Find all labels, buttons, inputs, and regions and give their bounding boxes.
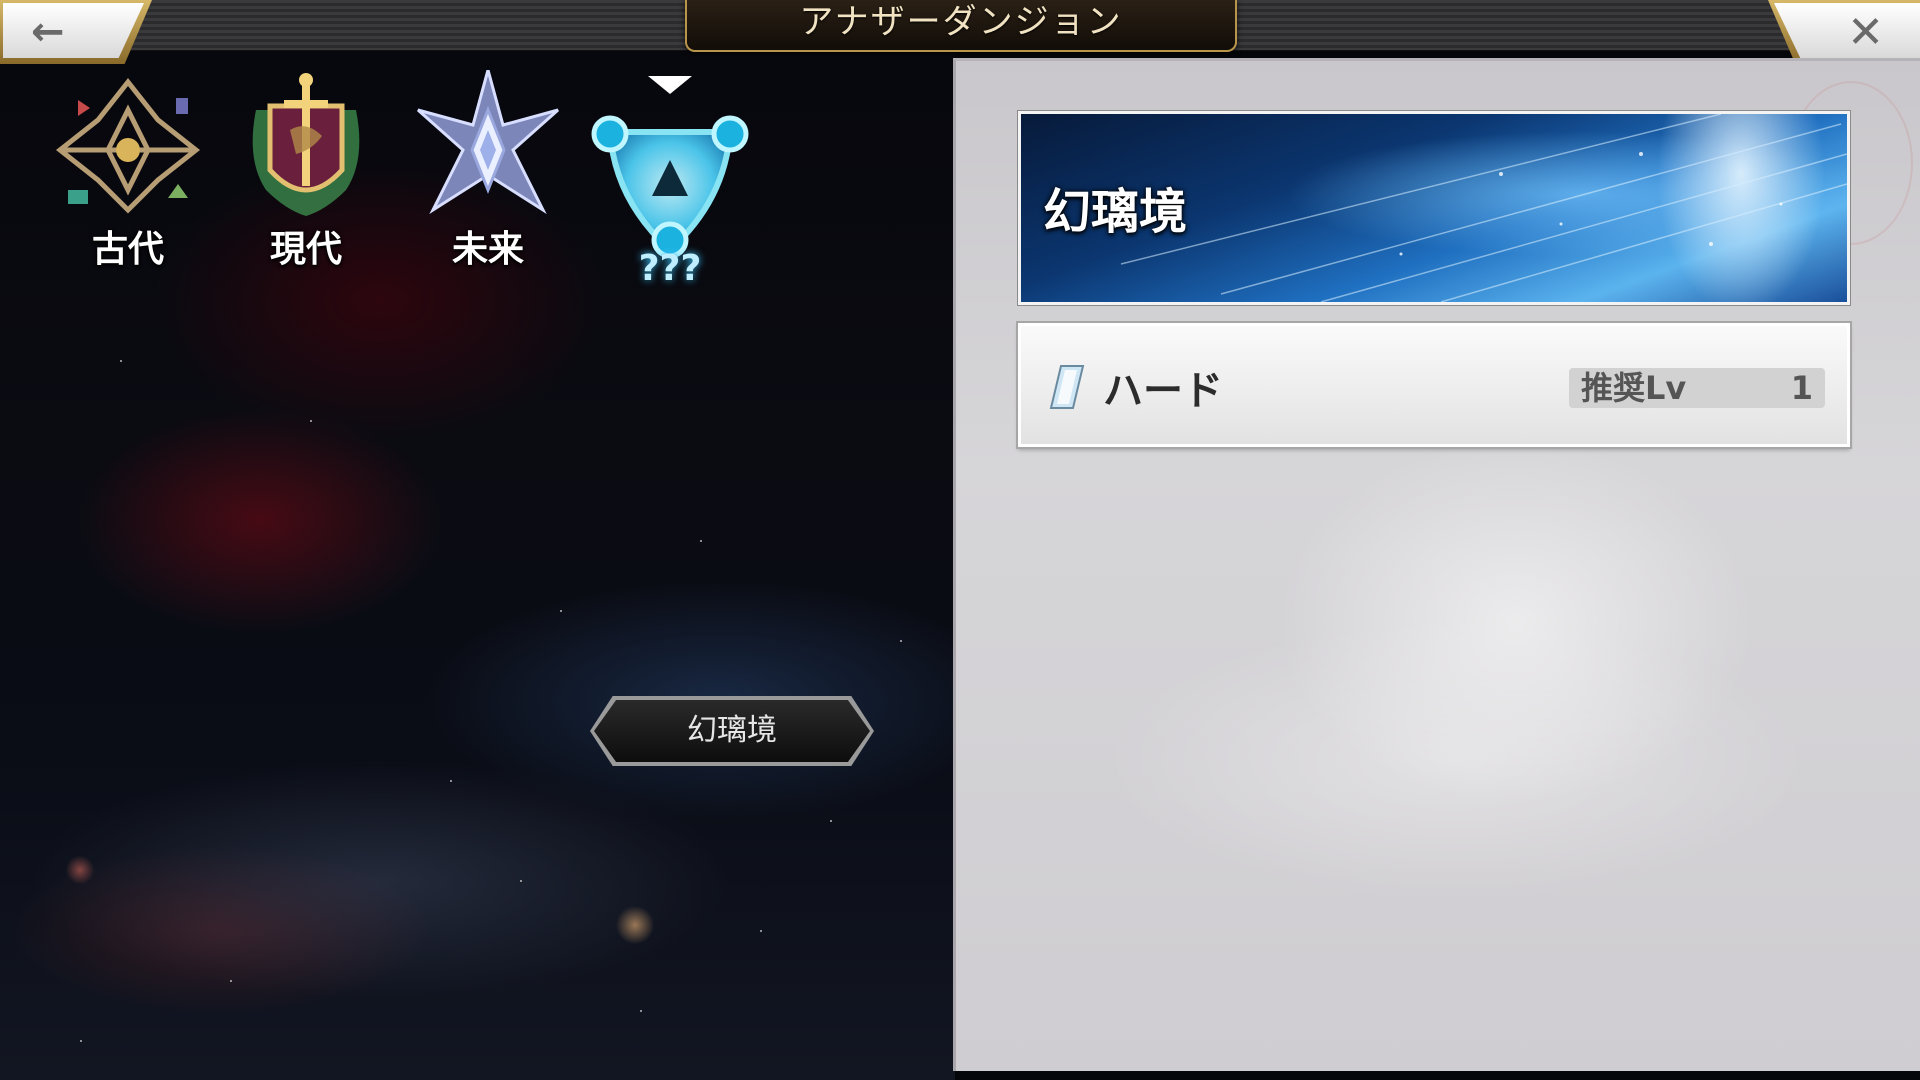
future-star-icon <box>417 64 559 215</box>
close-icon: ✕ <box>1847 7 1884 58</box>
close-button[interactable]: ✕ <box>1768 0 1920 64</box>
quest-row-hard[interactable]: ハード 推奨Lv 1 <box>1018 323 1850 447</box>
mystery-triangle-icon <box>591 115 749 259</box>
recommended-level-badge: 推奨Lv 1 <box>1569 368 1825 408</box>
dungeon-title: 幻璃境 <box>1043 184 1188 240</box>
era-label-future: 未来 <box>451 229 524 270</box>
era-tab-ancient[interactable]: 古代 <box>48 70 208 270</box>
era-label-mystery: ??? <box>638 248 702 289</box>
map-location-label: 幻璃境 <box>687 713 777 748</box>
era-tab-modern[interactable]: 現代 <box>226 70 386 270</box>
selected-indicator-icon <box>648 76 692 94</box>
screen-title-text: アナザーダンジョン <box>799 2 1123 42</box>
crystal-card-icon <box>1049 365 1085 409</box>
recommended-level-value: 1 <box>1790 369 1813 407</box>
era-tab-future[interactable]: 未来 <box>408 64 568 270</box>
recommended-level-label: 推奨Lv <box>1581 369 1687 407</box>
back-button[interactable]: ← <box>0 0 152 64</box>
arrow-left-icon: ← <box>31 9 65 55</box>
modern-crest-icon <box>252 73 360 216</box>
era-label-modern: 現代 <box>269 229 342 270</box>
dungeon-detail-panel: 幻璃境 ハード 推奨Lv 1 <box>953 58 1920 1071</box>
ancient-emblem-icon <box>55 77 201 214</box>
era-tab-mystery[interactable]: ??? <box>590 110 750 289</box>
era-label-ancient: 古代 <box>91 229 164 270</box>
dungeon-banner: 幻璃境 <box>1018 111 1850 305</box>
quest-difficulty-label: ハード <box>1103 368 1223 414</box>
map-location-button[interactable]: 幻璃境 <box>590 696 874 766</box>
screen-title: アナザーダンジョン <box>685 0 1237 52</box>
